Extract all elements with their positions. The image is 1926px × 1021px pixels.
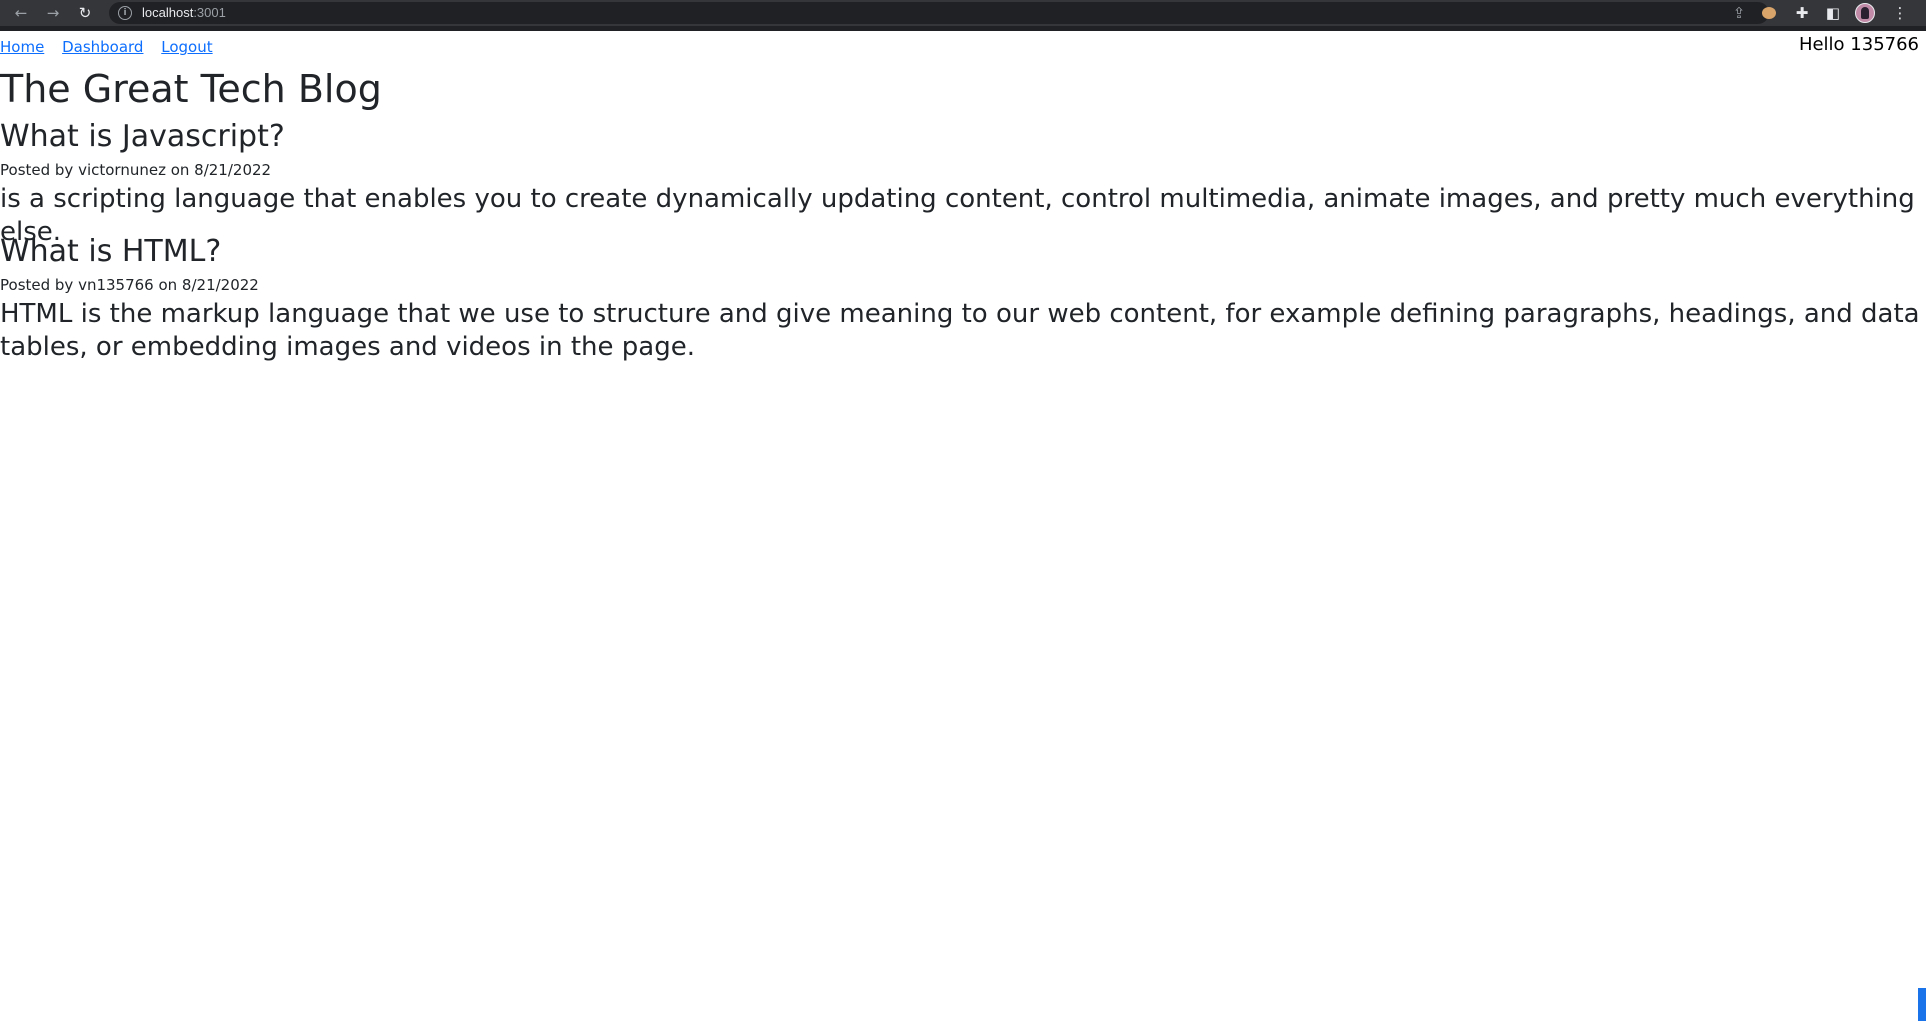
page-content: Home Dashboard Logout Hello 135766 The G… — [0, 31, 1926, 1021]
menu-icon[interactable]: ⋮ — [1890, 3, 1910, 23]
info-icon[interactable]: i — [118, 6, 132, 20]
forward-icon[interactable]: → — [43, 3, 63, 23]
main-nav: Home Dashboard Logout — [0, 38, 226, 56]
url-host: localhost — [142, 5, 194, 20]
reload-icon[interactable]: ↻ — [75, 3, 95, 23]
user-greeting: Hello 135766 — [1798, 34, 1919, 55]
puzzle-icon[interactable]: ✚ — [1792, 3, 1812, 23]
avatar[interactable] — [1855, 3, 1875, 23]
back-icon[interactable]: ← — [11, 3, 31, 23]
nav-home-link[interactable]: Home — [0, 38, 44, 56]
sidebar-icon[interactable]: ◧ — [1823, 3, 1843, 23]
share-icon[interactable]: ⇪ — [1729, 3, 1749, 23]
post-card[interactable]: What is Javascript? Posted by victornune… — [0, 119, 1920, 249]
post-card[interactable]: What is HTML? Posted by vn135766 on 8/21… — [0, 234, 1920, 364]
post-meta: Posted by vn135766 on 8/21/2022 — [0, 276, 259, 294]
post-title[interactable]: What is HTML? — [0, 234, 1920, 270]
scrollbar-thumb[interactable] — [1918, 988, 1926, 1021]
post-title[interactable]: What is Javascript? — [0, 119, 1920, 155]
url-port: :3001 — [193, 5, 226, 20]
post-body: HTML is the markup language that we use … — [0, 299, 1920, 362]
page-title: The Great Tech Blog — [0, 67, 382, 111]
nav-dashboard-link[interactable]: Dashboard — [62, 38, 143, 56]
extension-icon[interactable] — [1762, 7, 1776, 19]
browser-toolbar: ← → ↻ i localhost:3001 ⇪ ☆ ✚ ◧ ⋮ — [0, 0, 1926, 31]
nav-logout-link[interactable]: Logout — [161, 38, 212, 56]
address-bar[interactable]: i localhost:3001 ⇪ ☆ — [109, 2, 1776, 24]
url-text[interactable]: localhost:3001 — [142, 5, 226, 20]
post-meta: Posted by victornunez on 8/21/2022 — [0, 161, 272, 179]
